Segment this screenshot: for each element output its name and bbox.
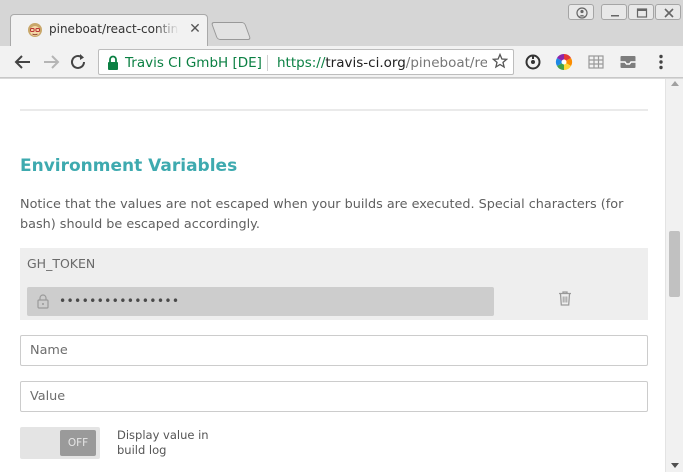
url-host: travis-ci.org [325, 55, 406, 71]
env-var-name: GH_TOKEN [27, 256, 96, 271]
maximize-button[interactable] [628, 4, 654, 20]
toggle-state: OFF [60, 430, 96, 456]
section-title: Environment Variables [20, 156, 238, 176]
color-wheel-extension-icon[interactable] [555, 53, 573, 71]
travis-mascot-icon [27, 22, 43, 38]
tab-title: pineboat/react-continuous-deployment [49, 22, 179, 36]
browser-tab[interactable]: pineboat/react-continuous-deployment ✕ [10, 14, 208, 46]
display-value-toggle[interactable]: OFF [20, 427, 100, 459]
section-divider [20, 109, 648, 111]
tab-close-button[interactable]: ✕ [188, 21, 202, 37]
escape-notice: Notice that the values are not escaped w… [20, 197, 624, 232]
sync-extension-icon[interactable] [524, 53, 542, 71]
close-window-button[interactable] [655, 4, 681, 20]
menu-icon[interactable] [652, 53, 670, 71]
toggle-label: Display value in build log [117, 428, 209, 457]
scroll-thumb[interactable] [669, 231, 680, 297]
address-bar[interactable]: Travis CI GmbH [DE] https://travis-ci.or… [98, 49, 514, 75]
lock-icon [107, 55, 119, 75]
page-viewport: Environment Variables Notice that the va… [0, 79, 665, 472]
url-text[interactable]: https://travis-ci.org/pineboat/react-con… [277, 55, 487, 71]
env-var-row: GH_TOKEN •••••••••••••••• [20, 248, 648, 320]
star-icon[interactable] [491, 52, 509, 73]
delete-env-var-icon[interactable] [558, 290, 572, 310]
vertical-scrollbar[interactable] [665, 79, 683, 472]
scroll-up-arrow-icon[interactable] [671, 81, 679, 86]
env-var-value: •••••••••••••••• [27, 287, 494, 316]
new-tab-button[interactable] [210, 22, 252, 40]
inbox-extension-icon[interactable] [619, 53, 637, 71]
padlock-icon [37, 294, 49, 313]
grid-extension-icon[interactable] [587, 53, 605, 71]
forward-icon[interactable] [40, 52, 62, 72]
url-scheme: https:// [277, 55, 326, 71]
back-icon[interactable] [12, 52, 34, 72]
reload-icon[interactable] [68, 52, 90, 72]
ev-certificate-name: Travis CI GmbH [DE] [125, 55, 262, 71]
browser-toolbar: Travis CI GmbH [DE] https://travis-ci.or… [0, 46, 683, 78]
env-value-input[interactable] [20, 381, 648, 412]
scroll-down-arrow-icon[interactable] [671, 463, 679, 468]
url-path: /pineboat/react-continuous-deployment/se… [405, 55, 487, 71]
masked-value: •••••••••••••••• [59, 294, 180, 308]
env-name-input[interactable] [20, 335, 648, 366]
title-bar: pineboat/react-continuous-deployment ✕ [0, 0, 683, 46]
profile-button[interactable] [568, 4, 594, 20]
omnibox-separator [267, 55, 268, 71]
minimize-button[interactable] [601, 4, 627, 20]
